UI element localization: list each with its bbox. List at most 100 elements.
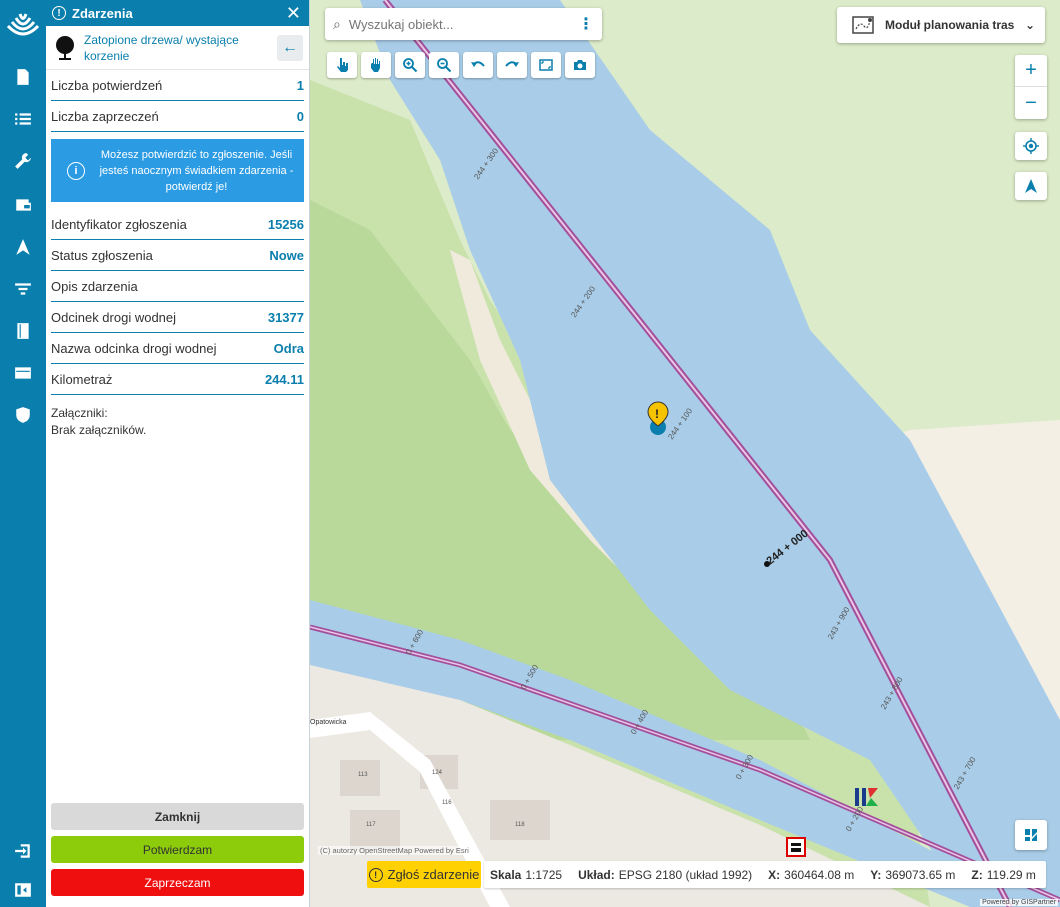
redo-button[interactable]	[497, 52, 527, 78]
book-icon[interactable]	[10, 318, 36, 344]
detail-row: Odcinek drogi wodnej 31377	[51, 302, 304, 333]
app-logo[interactable]	[4, 6, 42, 44]
panel-title: Zdarzenia	[72, 5, 133, 21]
crosshair-icon	[1023, 138, 1039, 154]
panel-header: ! Zdarzenia ✕	[46, 0, 309, 26]
zoom-in-tool-button[interactable]	[395, 52, 425, 78]
crs-value: EPSG 2180 (układ 1992)	[618, 867, 753, 882]
y-value: 369073.65 m	[885, 867, 956, 882]
document-icon[interactable]	[10, 64, 36, 90]
camera-icon	[574, 60, 586, 70]
undo-button[interactable]	[463, 52, 493, 78]
row-label: Kilometraż	[51, 371, 113, 387]
search-box[interactable]: ⌕ ⋮	[325, 8, 602, 40]
list-icon[interactable]	[10, 106, 36, 132]
info-icon: i	[67, 161, 85, 180]
row-label: Identyfikator zgłoszenia	[51, 216, 187, 232]
attachments: Załączniki: Brak załączników.	[51, 405, 304, 439]
crs-label: Układ:	[578, 867, 615, 882]
detail-row: Status zgłoszenia Nowe	[51, 240, 304, 271]
layers-map-icon	[1025, 829, 1037, 841]
map-attribution: (C) autorzy OpenStreetMap Powered by Esr…	[318, 846, 471, 855]
map-toolbar	[327, 52, 595, 78]
row-value: Nowe	[269, 247, 304, 263]
route-module-label: Moduł planowania tras	[885, 18, 1015, 32]
pointer-tool-button[interactable]	[327, 52, 357, 78]
redo-icon	[505, 61, 519, 67]
scale-label: Skala	[490, 867, 522, 882]
house-number: 113	[358, 772, 368, 778]
search-icon: ⌕	[333, 15, 341, 32]
detail-row: Kilometraż 244.11	[51, 364, 304, 395]
scale-value: 1:1725	[525, 867, 563, 882]
route-planning-dropdown[interactable]: Moduł planowania tras ⌄	[837, 7, 1045, 43]
zoom-out-icon	[437, 58, 452, 73]
wrench-icon[interactable]	[10, 148, 36, 174]
navigation-arrow-icon[interactable]	[10, 234, 36, 260]
pointer-hand-icon	[337, 58, 348, 72]
z-value: 119.29 m	[986, 867, 1036, 882]
report-event-button[interactable]: ! Zgłoś zdarzenie	[367, 861, 481, 888]
event-marker-icon[interactable]: !	[647, 401, 669, 435]
y-label: Y:	[870, 867, 882, 882]
full-extent-button[interactable]	[531, 52, 561, 78]
house-number: 116	[442, 800, 452, 806]
detail-row: Identyfikator zgłoszenia 15256	[51, 209, 304, 240]
search-input[interactable]	[348, 16, 578, 32]
card-icon[interactable]	[10, 360, 36, 386]
tree-icon	[56, 35, 74, 60]
chevron-down-icon: ⌄	[1024, 18, 1035, 32]
close-button[interactable]: Zamknij	[51, 803, 304, 830]
row-label: Opis zdarzenia	[51, 278, 138, 294]
info-text: Możesz potwierdzić to zgłoszenie. Jeśli …	[99, 148, 294, 193]
warning-icon: !	[368, 867, 383, 882]
close-icon[interactable]: ✕	[286, 4, 301, 22]
x-value: 360464.08 m	[784, 867, 855, 882]
navigation-button[interactable]	[1015, 172, 1047, 200]
zoom-out-button[interactable]: −	[1015, 87, 1047, 119]
row-label: Status zgłoszenia	[51, 247, 153, 263]
sidebar-toggle-icon[interactable]	[10, 877, 36, 903]
arrow-left-icon: ←	[282, 38, 298, 56]
map-canvas: 244 + 300 244 + 200 244 + 100 244 + 000 …	[310, 0, 1060, 907]
hand-icon	[371, 58, 380, 72]
event-type-row: Zatopione drzewa/ wystające korzenie ←	[46, 26, 309, 70]
report-event-label: Zgłoś zdarzenie	[387, 867, 480, 882]
filter-icon[interactable]	[10, 276, 36, 302]
street-label: Opatowicka	[310, 719, 347, 726]
deny-button[interactable]: Zaprzeczam	[51, 869, 304, 896]
event-type-label: Zatopione drzewa/ wystające korzenie	[84, 32, 239, 63]
detail-row: Liczba zaprzeczeń 0	[51, 101, 304, 132]
map-view[interactable]: 244 + 300 244 + 200 244 + 100 244 + 000 …	[310, 0, 1060, 907]
row-label: Odcinek drogi wodnej	[51, 309, 177, 325]
row-label: Liczba potwierdzeń	[51, 77, 163, 93]
detail-row: Nazwa odcinka drogi wodnej Odra	[51, 333, 304, 364]
confirm-button[interactable]: Potwierdzam	[51, 836, 304, 863]
shield-icon[interactable]	[10, 402, 36, 428]
zoom-out-tool-button[interactable]	[429, 52, 459, 78]
zoom-in-button[interactable]: +	[1015, 55, 1047, 87]
zoom-in-icon	[403, 58, 418, 73]
more-options-icon[interactable]: ⋮	[578, 14, 594, 34]
row-label: Nazwa odcinka drogi wodnej	[51, 340, 217, 356]
attachments-label: Załączniki:	[51, 406, 108, 420]
warning-icon: !	[52, 6, 66, 20]
row-value: 244.11	[264, 371, 304, 387]
row-value: 0	[296, 108, 304, 124]
row-value: 15256	[267, 216, 304, 232]
wallet-icon[interactable]	[10, 192, 36, 218]
basemap-button[interactable]	[1015, 820, 1047, 850]
logout-icon[interactable]	[10, 838, 36, 864]
pan-tool-button[interactable]	[361, 52, 391, 78]
row-value: 31377	[267, 309, 304, 325]
lock-marker-icon[interactable]	[786, 837, 806, 857]
event-panel: ! Zdarzenia ✕ Zatopione drzewa/ wystając…	[46, 0, 310, 907]
confirm-info-box: i Możesz potwierdzić to zgłoszenie. Jeśl…	[51, 139, 304, 202]
locate-button[interactable]	[1015, 132, 1047, 160]
svg-text:!: !	[655, 407, 659, 421]
screenshot-button[interactable]	[565, 52, 595, 78]
row-value: 1	[296, 77, 304, 93]
attachments-value: Brak załączników.	[51, 423, 147, 437]
back-button[interactable]: ←	[277, 34, 303, 61]
house-number: 124	[432, 770, 443, 776]
